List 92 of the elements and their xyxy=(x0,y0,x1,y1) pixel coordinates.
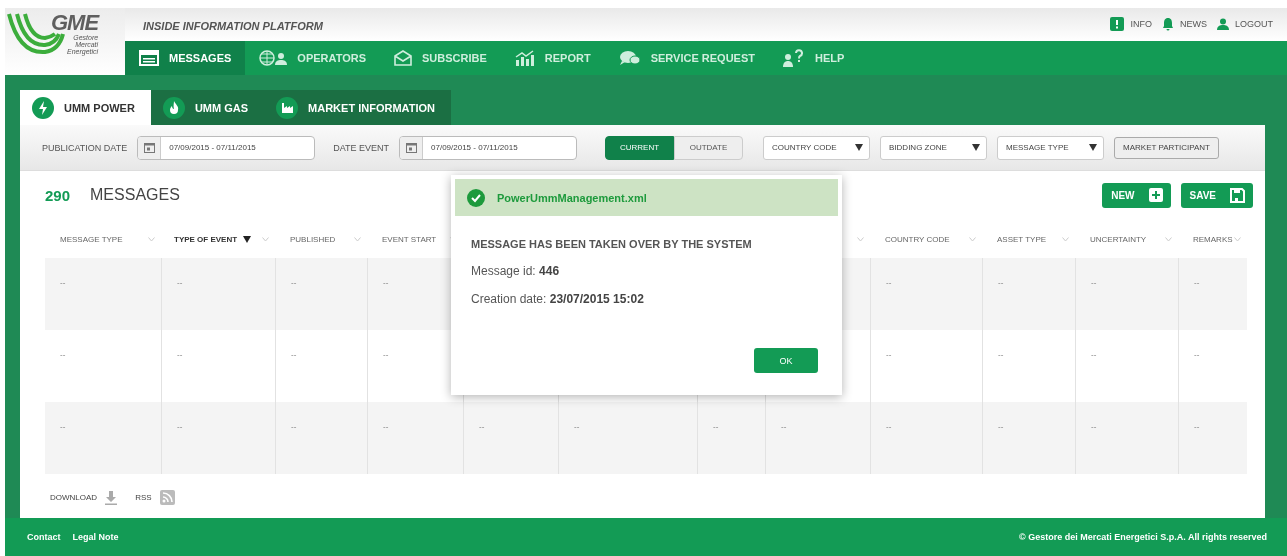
table-cell: -- xyxy=(463,402,558,474)
tab[interactable]: UMM GAS xyxy=(150,90,265,125)
footer-link[interactable]: Legal Note xyxy=(72,532,119,542)
header-link[interactable]: INFO xyxy=(1130,18,1152,29)
window-icon xyxy=(139,50,159,66)
dropdown[interactable]: MESSAGE TYPE xyxy=(997,135,1105,160)
text-link[interactable]: RSS xyxy=(135,493,152,502)
table-cell: -- xyxy=(367,402,463,474)
table-cell: -- xyxy=(1075,258,1178,330)
copyright-text: © Gestore dei Mercati Energetici S.p.A. All rights reserved xyxy=(1019,532,1267,542)
dialog-text: Creation date: 23/07/2015 15:02 xyxy=(471,292,645,306)
table-cell: -- xyxy=(558,402,697,474)
calendar-icon xyxy=(405,142,417,153)
file-name: PowerUmmManagement.xml xyxy=(497,191,647,204)
table-cell: -- xyxy=(697,402,765,474)
tab[interactable]: UMM POWER xyxy=(20,90,151,125)
table-cell: -- xyxy=(870,258,982,330)
flame-icon xyxy=(162,96,185,119)
calendar-icon xyxy=(143,142,155,153)
date-range-field[interactable]: 07/09/2015 - 07/11/2015 xyxy=(399,135,578,160)
table-cell: -- xyxy=(1178,258,1247,330)
chevron-icon xyxy=(354,237,361,242)
column-header[interactable]: PUBLISHED xyxy=(290,235,336,244)
date-range-field[interactable]: 07/09/2015 - 07/11/2015 xyxy=(137,135,316,160)
logo-name: GME xyxy=(51,12,99,34)
column-header[interactable]: UNCERTAINTY xyxy=(1090,235,1147,244)
table-cell: -- xyxy=(870,402,982,474)
ok-button[interactable]: OK xyxy=(754,348,818,373)
envelope-icon xyxy=(394,50,413,66)
caret-icon xyxy=(1089,144,1098,151)
save-button[interactable]: SAVE xyxy=(1180,182,1253,208)
filter-label: PUBLICATION DATE xyxy=(42,142,128,153)
caret-icon xyxy=(972,144,981,151)
site-title: INSIDE INFORMATION PLATFORM xyxy=(143,20,324,34)
column-header[interactable]: EVENT START xyxy=(382,235,437,244)
chevron-icon xyxy=(969,237,976,242)
plus-icon xyxy=(1148,188,1163,202)
factory-icon xyxy=(276,96,299,119)
rss-icon xyxy=(159,490,175,505)
table-cell: -- xyxy=(161,402,275,474)
table-cell: -- xyxy=(275,258,367,330)
check-circle-icon xyxy=(467,188,485,207)
chevron-icon xyxy=(1062,237,1069,242)
dialog-text: Message id: 446 xyxy=(471,264,561,278)
footer-link[interactable]: Contact xyxy=(27,532,61,542)
table-cell: -- xyxy=(982,402,1075,474)
dialog-title: MESSAGE HAS BEEN TAKEN OVER BY THE SYSTEM xyxy=(471,238,753,250)
message-count: 290 xyxy=(45,186,71,204)
globe-user-icon xyxy=(259,50,288,66)
tab[interactable]: MARKET INFORMATION xyxy=(264,90,451,125)
chevron-icon xyxy=(1165,237,1172,242)
table-cell: -- xyxy=(45,402,161,474)
filter-button[interactable]: MARKET PARTICIPANT xyxy=(1114,136,1219,159)
chevron-icon xyxy=(857,237,864,242)
sort-caret-icon xyxy=(243,236,252,243)
bolt-icon xyxy=(32,96,54,119)
table-cell: -- xyxy=(1178,402,1247,474)
toggle-option[interactable]: CURRENT xyxy=(605,135,675,160)
column-header[interactable]: REMARKS xyxy=(1193,235,1233,244)
user-icon xyxy=(1217,17,1229,30)
filter-label: DATE EVENT xyxy=(333,142,390,153)
dropdown[interactable]: COUNTRY CODE xyxy=(763,135,871,160)
column-header[interactable]: MESSAGE TYPE xyxy=(60,235,123,244)
table-cell: -- xyxy=(275,402,367,474)
caret-icon xyxy=(855,144,864,151)
nav-item[interactable]: MESSAGES xyxy=(125,41,246,75)
chevron-icon xyxy=(262,237,269,242)
chat-icon xyxy=(618,50,641,66)
column-header[interactable]: ASSET TYPE xyxy=(997,235,1047,244)
toggle-option[interactable]: OUTDATE xyxy=(674,135,744,160)
table-cell: -- xyxy=(161,258,275,330)
chevron-icon xyxy=(1234,237,1241,242)
help-user-icon xyxy=(783,49,805,67)
table-cell: -- xyxy=(45,258,161,330)
header-link[interactable]: LOGOUT xyxy=(1235,18,1273,29)
text-link[interactable]: DOWNLOAD xyxy=(50,493,98,502)
table-cell: -- xyxy=(1075,402,1178,474)
download-icon xyxy=(105,490,118,505)
column-header[interactable]: TYPE OF EVENT xyxy=(174,235,238,244)
column-header[interactable]: COUNTRY CODE xyxy=(885,235,950,244)
save-icon xyxy=(1230,187,1245,203)
info-icon xyxy=(1110,16,1125,31)
table-cell: -- xyxy=(765,402,870,474)
new-button[interactable]: NEW xyxy=(1102,182,1171,208)
dropdown[interactable]: BIDDING ZONE xyxy=(880,135,988,160)
section-title: MESSAGES xyxy=(90,186,180,204)
table-cell: -- xyxy=(982,258,1075,330)
bell-icon xyxy=(1162,16,1174,31)
header-link[interactable]: NEWS xyxy=(1180,18,1207,29)
chevron-icon xyxy=(148,237,155,242)
table-cell-text: -- xyxy=(59,349,67,361)
growth-chart-icon xyxy=(514,50,535,66)
